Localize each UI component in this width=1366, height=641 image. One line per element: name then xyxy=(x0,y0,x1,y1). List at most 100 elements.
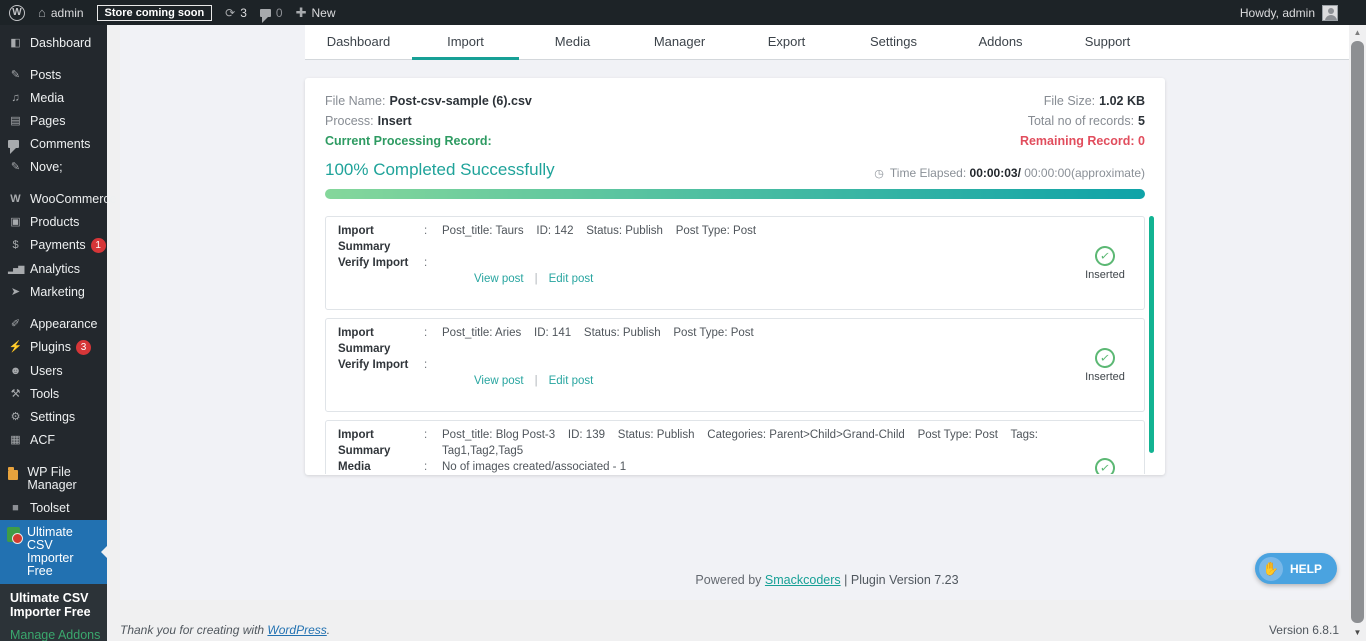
smackcoders-link[interactable]: Smackcoders xyxy=(765,573,841,587)
scrollbar-up-arrow[interactable]: ▲ xyxy=(1349,28,1366,37)
howdy-text: Howdy, admin xyxy=(1240,6,1315,20)
time-elapsed-value: 00:00:03/ xyxy=(970,166,1021,180)
sidebar-item-label: Posts xyxy=(30,69,61,82)
sidebar-item-media[interactable]: ♫Media xyxy=(0,87,107,110)
import-summary-label: Import Summary xyxy=(338,325,424,357)
sidebar-item-label: ACF xyxy=(30,434,55,447)
appearance-icon: ✐ xyxy=(8,318,23,331)
edit-post-link[interactable]: Edit post xyxy=(549,273,594,285)
sidebar-item-woocommerce[interactable]: WWooCommerce xyxy=(0,188,107,211)
plugin-version-text: | Plugin Version 7.23 xyxy=(844,573,958,587)
users-icon: ☻ xyxy=(8,365,23,378)
sidebar-item-ultimate-csv-importer-free[interactable]: Ultimate CSV Importer Free xyxy=(0,520,107,584)
tab-dashboard[interactable]: Dashboard xyxy=(305,25,412,60)
time-approx-value: 00:00:00(approximate) xyxy=(1024,166,1145,180)
sidebar-item-label: Analytics xyxy=(30,263,80,276)
hand-icon: ✋ xyxy=(1259,557,1283,581)
time-elapsed: ◷ Time Elapsed: 00:00:03/ 00:00:00(appro… xyxy=(874,166,1145,180)
woocommerce-icon: W xyxy=(8,193,23,206)
pin-icon: ✎ xyxy=(8,69,23,82)
sidebar-item-plugins[interactable]: ⚡Plugins3 xyxy=(0,336,107,360)
account-menu[interactable]: Howdy, admin xyxy=(1240,5,1366,21)
media-icon: ♫ xyxy=(8,92,23,105)
tab-media[interactable]: Media xyxy=(519,25,626,60)
sidebar-item-posts[interactable]: ✎ Posts xyxy=(0,64,107,87)
inserted-check-icon: ✓ xyxy=(1094,244,1117,267)
import-summary-value: Post_title: Aries ID: 141 Status: Publis… xyxy=(442,325,754,357)
results-scrollbar-thumb[interactable] xyxy=(1149,216,1154,453)
sidebar-item-comments[interactable]: Comments xyxy=(0,133,107,156)
tab-support[interactable]: Support xyxy=(1054,25,1161,60)
sidebar-item-toolset[interactable]: ■Toolset xyxy=(0,497,107,520)
sidebar-item-label: WP File Manager xyxy=(27,466,104,492)
powered-by-text: Powered by xyxy=(695,573,761,587)
comment-count: 0 xyxy=(276,6,283,20)
submenu-item-ultimate-csv-importer-free[interactable]: Ultimate CSV Importer Free xyxy=(10,591,101,619)
wp-admin-footer: Thank you for creating with WordPress. V… xyxy=(107,600,1349,641)
import-result-row: Import Summary : Post_title: Taurs ID: 1… xyxy=(325,216,1145,310)
import-result-row: Import Summary : Post_title: Blog Post-3… xyxy=(325,420,1145,474)
tab-export[interactable]: Export xyxy=(733,25,840,60)
import-summary-label: Import Summary xyxy=(338,427,424,459)
comments-menu[interactable]: 0 xyxy=(260,6,283,20)
sidebar-item-label: Products xyxy=(30,216,79,229)
wordpress-link[interactable]: WordPress xyxy=(267,623,326,637)
tab-addons[interactable]: Addons xyxy=(947,25,1054,60)
pages-icon: ▤ xyxy=(8,115,23,128)
sidebar-item-label: Toolset xyxy=(30,502,70,515)
sidebar-item-wp-file-manager[interactable]: WP File Manager xyxy=(0,461,107,497)
site-name-menu[interactable]: ⌂ admin xyxy=(38,5,84,20)
scrollbar-down-arrow[interactable]: ▼ xyxy=(1349,628,1366,637)
sidebar-item-label: Settings xyxy=(30,411,75,424)
sidebar-item-pages[interactable]: ▤Pages xyxy=(0,110,107,133)
browser-scrollbar[interactable]: ▲ ▼ xyxy=(1349,25,1366,641)
sidebar-item-label: Nove; xyxy=(30,161,63,174)
sidebar-item-acf[interactable]: ▦ACF xyxy=(0,429,107,452)
plugin-panel: DashboardImportMediaManagerExportSetting… xyxy=(120,25,1349,600)
sidebar-item-settings[interactable]: ⚙Settings xyxy=(0,406,107,429)
wp-version-text: Version 6.8.1 xyxy=(1269,623,1339,637)
admin-content-area: DashboardImportMediaManagerExportSetting… xyxy=(107,25,1349,600)
sidebar-item-label: Marketing xyxy=(30,286,85,299)
sidebar-item-payments[interactable]: $Payments1 xyxy=(0,234,107,258)
process-value: Insert xyxy=(378,114,412,128)
import-summary-value: Post_title: Blog Post-3 ID: 139 Status: … xyxy=(442,427,1074,459)
wordpress-logo-icon[interactable]: W xyxy=(9,5,25,21)
view-post-link[interactable]: View post xyxy=(474,375,524,387)
file-name-label: File Name: xyxy=(325,94,385,108)
edit-post-link[interactable]: Edit post xyxy=(549,375,594,387)
site-name: admin xyxy=(51,6,84,20)
progress-bar xyxy=(325,189,1145,199)
sidebar-item-products[interactable]: ▣ Products xyxy=(0,211,107,234)
comment-icon xyxy=(260,9,271,17)
tab-import[interactable]: Import xyxy=(412,25,519,60)
tab-manager[interactable]: Manager xyxy=(626,25,733,60)
submenu-item-manage-addons[interactable]: Manage Addons xyxy=(10,619,101,641)
import-results-list: Import Summary : Post_title: Taurs ID: 1… xyxy=(325,216,1145,474)
sidebar-item-dashboard[interactable]: ◧Dashboard xyxy=(0,32,107,55)
admin-bar: W ⌂ admin Store coming soon ⟳ 3 0 ✚ New … xyxy=(0,0,1366,25)
sidebar-item-marketing[interactable]: ➤Marketing xyxy=(0,281,107,304)
sidebar-item-label: Appearance xyxy=(30,318,97,331)
tab-settings[interactable]: Settings xyxy=(840,25,947,60)
payments-icon: $ xyxy=(8,239,23,252)
products-icon: ▣ xyxy=(8,216,23,229)
sidebar-item-analytics[interactable]: ▂▅▇Analytics xyxy=(0,258,107,281)
scrollbar-thumb[interactable] xyxy=(1351,41,1364,623)
comments-icon xyxy=(8,140,19,148)
view-post-link[interactable]: View post xyxy=(474,273,524,285)
sidebar-item-nove[interactable]: ✎Nove; xyxy=(0,156,107,179)
insert-status: ✓ Inserted xyxy=(1074,223,1136,303)
updates-menu[interactable]: ⟳ 3 xyxy=(225,6,247,20)
plus-icon: ✚ xyxy=(296,5,307,21)
help-button[interactable]: ✋ HELP xyxy=(1255,553,1337,584)
sidebar-item-label: Plugins xyxy=(30,341,71,354)
coming-soon-badge[interactable]: Store coming soon xyxy=(97,5,213,21)
tools-icon: ⚒ xyxy=(8,388,23,401)
sidebar-item-users[interactable]: ☻Users xyxy=(0,360,107,383)
sidebar-item-appearance[interactable]: ✐ Appearance xyxy=(0,313,107,336)
home-icon: ⌂ xyxy=(38,5,46,20)
sidebar-item-tools[interactable]: ⚒Tools xyxy=(0,383,107,406)
file-name-value: Post-csv-sample (6).csv xyxy=(389,94,531,108)
new-content-menu[interactable]: ✚ New xyxy=(296,5,336,21)
